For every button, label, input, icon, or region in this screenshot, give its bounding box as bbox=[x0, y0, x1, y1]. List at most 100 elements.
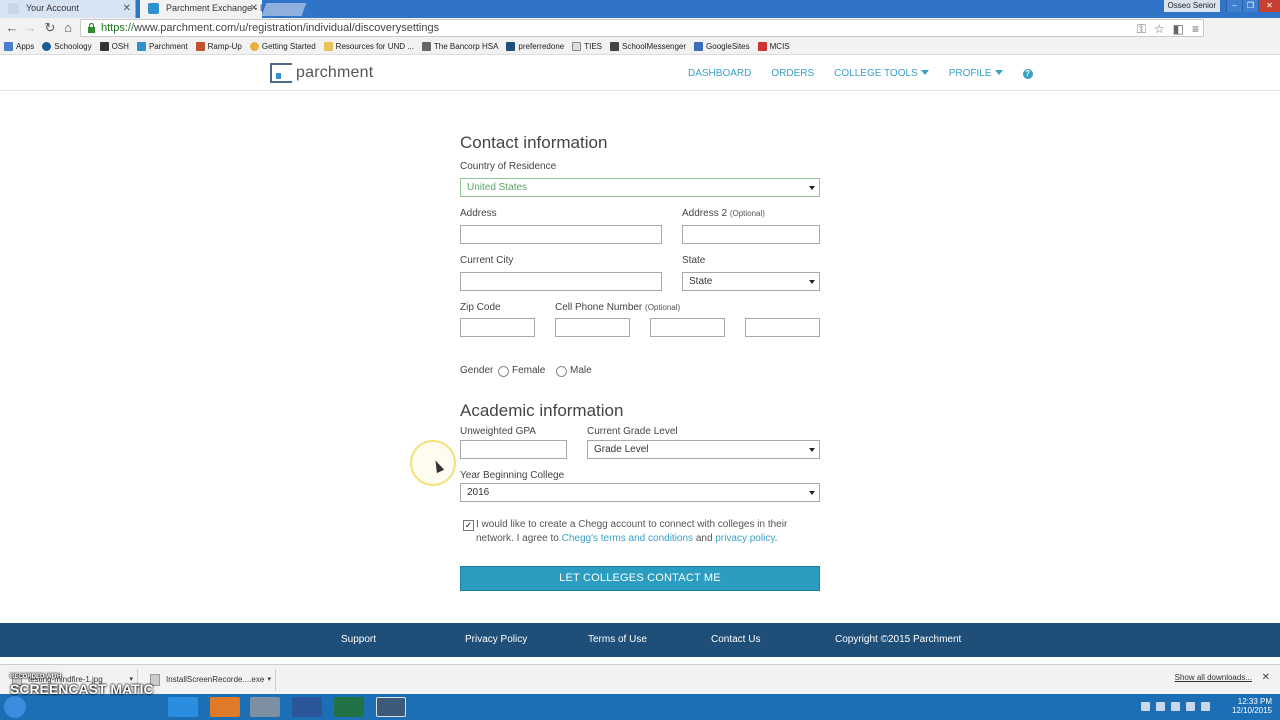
bookmark-schoology[interactable]: Schoology bbox=[42, 41, 92, 51]
gender-male-label[interactable]: Male bbox=[570, 365, 592, 376]
tab-your-account[interactable]: Your Account ✕ bbox=[0, 0, 136, 18]
footer-terms-link[interactable]: Terms of Use bbox=[588, 634, 647, 645]
gpa-input[interactable] bbox=[460, 440, 567, 459]
gender-male-radio[interactable] bbox=[556, 366, 567, 377]
grade-level-select[interactable]: Grade Level bbox=[587, 440, 820, 459]
close-window-button[interactable]: ✕ bbox=[1258, 0, 1280, 12]
grade-level-label: Current Grade Level bbox=[587, 426, 678, 437]
back-arrow-icon[interactable]: ← bbox=[4, 20, 20, 36]
start-button-icon[interactable] bbox=[4, 696, 26, 718]
address2-label: Address 2 (Optional) bbox=[682, 208, 765, 219]
excel-taskbar-icon[interactable] bbox=[334, 697, 364, 717]
show-all-downloads-link[interactable]: Show all downloads... bbox=[1175, 673, 1252, 682]
osh-icon bbox=[99, 41, 109, 51]
bookmark-mcis[interactable]: MCIS bbox=[757, 41, 790, 51]
gender-female-label[interactable]: Female bbox=[512, 365, 545, 376]
watermark-small-text: RECORDED WITH bbox=[10, 674, 62, 680]
state-select[interactable]: State bbox=[682, 272, 820, 291]
snipping-tool-taskbar-icon[interactable] bbox=[376, 697, 406, 717]
footer-copyright: Copyright ©2015 Parchment bbox=[835, 634, 962, 645]
tray-icon[interactable] bbox=[1141, 702, 1150, 711]
phone-line-input[interactable] bbox=[745, 318, 820, 337]
phone-prefix-input[interactable] bbox=[650, 318, 725, 337]
country-select[interactable]: United States bbox=[460, 178, 820, 197]
bookmark-resources-und[interactable]: Resources for UND ... bbox=[323, 41, 414, 51]
maximize-button[interactable]: ❐ bbox=[1242, 0, 1258, 12]
bookmark-bancorp-hsa[interactable]: The Bancorp HSA bbox=[421, 41, 498, 51]
bookmark-getting-started[interactable]: Getting Started bbox=[249, 41, 316, 51]
chevron-down-icon[interactable]: ▾ bbox=[267, 669, 271, 691]
let-colleges-contact-me-button[interactable]: LET COLLEGES CONTACT ME bbox=[460, 566, 820, 591]
key-icon[interactable]: ⚿ bbox=[1137, 22, 1146, 37]
home-icon[interactable]: ⌂ bbox=[60, 20, 76, 36]
chrome-icon bbox=[249, 41, 259, 51]
state-label: State bbox=[682, 255, 706, 266]
tab-parchment-exchange[interactable]: Parchment Exchange - Lea ✕ bbox=[140, 0, 262, 18]
footer-privacy-link[interactable]: Privacy Policy bbox=[465, 634, 527, 645]
bookmark-preferredone[interactable]: preferredone bbox=[506, 41, 564, 51]
city-input[interactable] bbox=[460, 272, 662, 291]
gender-female-radio[interactable] bbox=[498, 366, 509, 377]
phone-label: Cell Phone Number (Optional) bbox=[555, 302, 681, 313]
app-taskbar-icon[interactable] bbox=[250, 697, 280, 717]
cast-icon[interactable]: ◧ bbox=[1173, 22, 1184, 37]
nav-dashboard[interactable]: DASHBOARD bbox=[688, 68, 751, 79]
network-icon[interactable] bbox=[1186, 702, 1195, 711]
site-footer: Support Privacy Policy Terms of Use Cont… bbox=[0, 623, 1280, 657]
year-beginning-select[interactable]: 2016 bbox=[460, 483, 820, 502]
parchment-logo-icon bbox=[270, 63, 292, 83]
academic-section-title: Academic information bbox=[460, 401, 624, 420]
nav-orders[interactable]: ORDERS bbox=[771, 68, 814, 79]
browser-user-badge[interactable]: Osseo Senior bbox=[1163, 0, 1220, 12]
bookmark-ties[interactable]: TIES bbox=[572, 41, 602, 51]
bookmark-parchment[interactable]: Parchment bbox=[136, 41, 188, 51]
clock-date: 12/10/2015 bbox=[1231, 706, 1272, 715]
select-arrow-icon bbox=[809, 280, 815, 284]
bookmark-osh[interactable]: OSH bbox=[99, 41, 129, 51]
minimize-button[interactable]: – bbox=[1226, 0, 1242, 12]
forward-arrow-icon[interactable]: → bbox=[22, 20, 38, 36]
nav-profile[interactable]: PROFILE bbox=[949, 68, 1003, 79]
bookmark-apps[interactable]: Apps bbox=[4, 41, 34, 51]
apps-grid-icon bbox=[4, 41, 13, 51]
outlook-taskbar-icon[interactable] bbox=[210, 697, 240, 717]
close-downloads-icon[interactable]: ✕ bbox=[1262, 672, 1270, 683]
tab-title: Your Account bbox=[26, 3, 79, 13]
url-input[interactable]: https://www.parchment.com/u/registration… bbox=[80, 19, 1204, 37]
reload-icon[interactable]: ↻ bbox=[42, 20, 58, 36]
chrome-taskbar-icon[interactable] bbox=[168, 697, 198, 717]
phone-area-input[interactable] bbox=[555, 318, 630, 337]
tray-icon[interactable] bbox=[1171, 702, 1180, 711]
download-item[interactable]: InstallScreenRecorde....exe ▾ bbox=[142, 669, 276, 691]
bookmark-schoolmessenger[interactable]: SchoolMessenger bbox=[610, 41, 686, 51]
bookmark-star-icon[interactable]: ☆ bbox=[1154, 22, 1165, 37]
address2-input[interactable] bbox=[682, 225, 820, 244]
chegg-terms-link[interactable]: Chegg's terms and conditions bbox=[562, 533, 693, 544]
privacy-policy-link[interactable]: privacy policy bbox=[715, 533, 774, 544]
footer-support-link[interactable]: Support bbox=[341, 634, 376, 645]
system-clock[interactable]: 12:33 PM 12/10/2015 bbox=[1232, 697, 1272, 715]
new-tab-button[interactable] bbox=[261, 3, 307, 16]
tray-icon[interactable] bbox=[1156, 702, 1165, 711]
tab-close-icon[interactable]: ✕ bbox=[250, 0, 258, 17]
menu-icon[interactable]: ≡ bbox=[1192, 22, 1199, 37]
parchment-logo[interactable]: parchment bbox=[270, 63, 373, 83]
address-input[interactable] bbox=[460, 225, 662, 244]
help-icon[interactable]: ? bbox=[1022, 68, 1033, 79]
download-filename: InstallScreenRecorde....exe bbox=[166, 675, 265, 684]
bookmark-googlesites[interactable]: GoogleSites bbox=[694, 41, 750, 51]
tab-close-icon[interactable]: ✕ bbox=[123, 0, 131, 17]
address-bar: ← → ↻ ⌂ https://www.parchment.com/u/regi… bbox=[0, 18, 1280, 38]
chevron-down-icon bbox=[994, 70, 1003, 75]
zip-input[interactable] bbox=[460, 318, 535, 337]
bookmark-ramp-up[interactable]: Ramp-Up bbox=[195, 41, 242, 51]
volume-icon[interactable] bbox=[1201, 702, 1210, 711]
select-arrow-icon bbox=[809, 491, 815, 495]
chegg-consent-checkbox[interactable]: ✓ bbox=[463, 520, 474, 531]
googlesites-icon bbox=[694, 41, 704, 51]
url-text: https://www.parchment.com/u/registration… bbox=[101, 22, 440, 34]
nav-college-tools[interactable]: COLLEGE TOOLS bbox=[834, 68, 929, 79]
footer-contact-link[interactable]: Contact Us bbox=[711, 634, 760, 645]
word-taskbar-icon[interactable] bbox=[292, 697, 322, 717]
year-beginning-value: 2016 bbox=[467, 487, 490, 498]
